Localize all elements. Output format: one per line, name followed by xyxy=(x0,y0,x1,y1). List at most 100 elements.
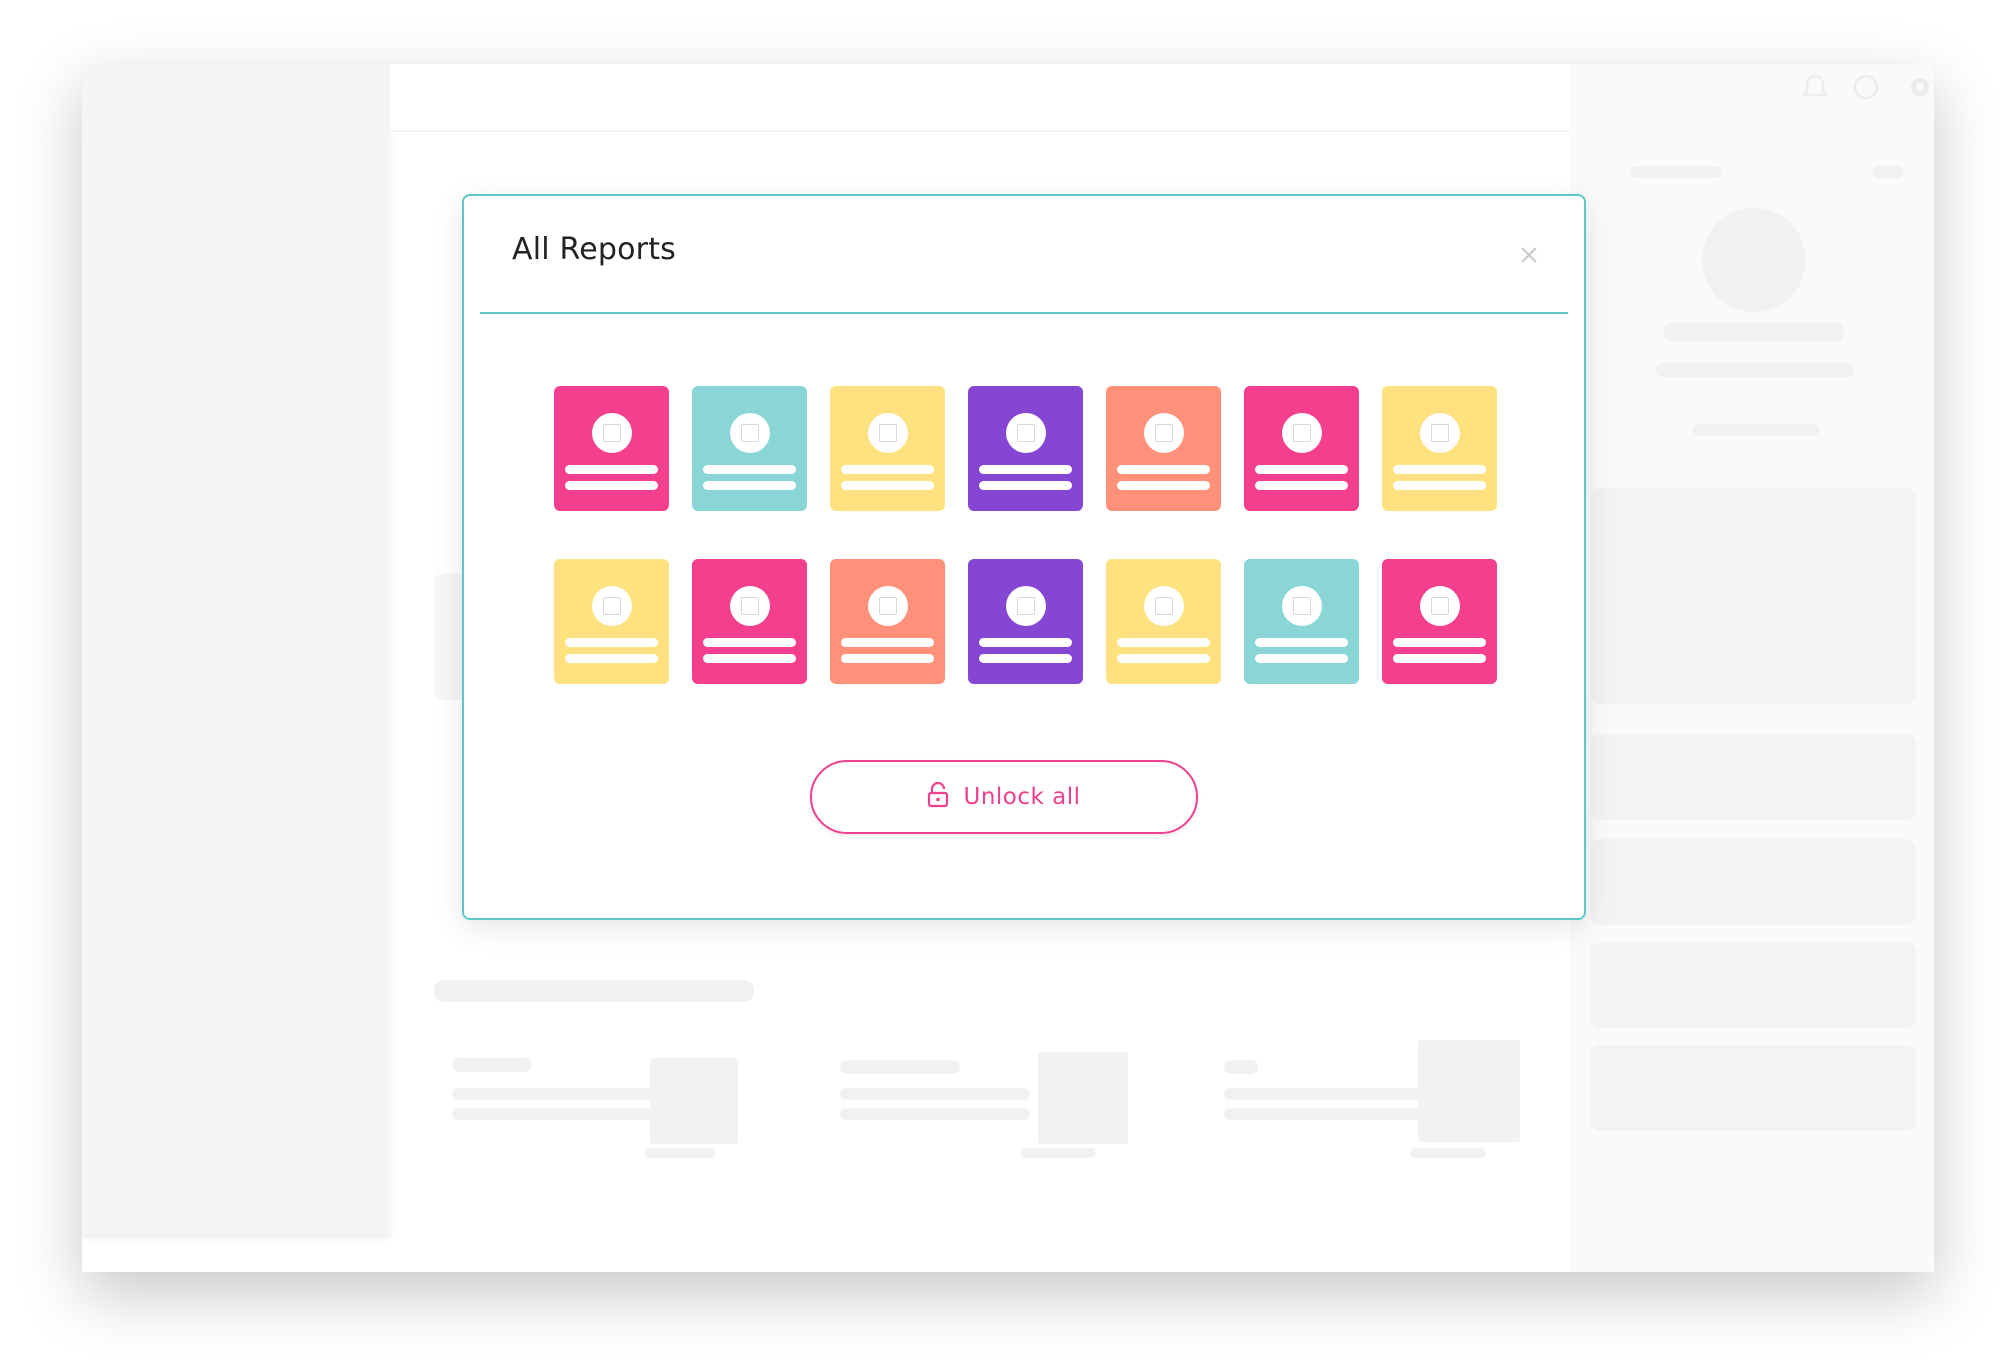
report-card[interactable] xyxy=(1106,386,1221,511)
report-avatar xyxy=(1144,413,1184,453)
image-placeholder-icon xyxy=(603,597,621,615)
report-text-line xyxy=(1393,638,1486,647)
unlock-icon xyxy=(927,781,949,813)
card-title-placeholder xyxy=(452,1058,532,1072)
image-placeholder-icon xyxy=(1293,424,1311,442)
report-text-line xyxy=(979,654,1072,663)
report-text-line xyxy=(1393,654,1486,663)
report-text-line xyxy=(565,654,658,663)
card-image-placeholder xyxy=(1038,1052,1128,1144)
report-text-line xyxy=(703,638,796,647)
report-text-line xyxy=(841,654,934,663)
image-placeholder-icon xyxy=(879,597,897,615)
image-placeholder-icon xyxy=(741,597,759,615)
report-card[interactable] xyxy=(830,386,945,511)
image-placeholder-icon xyxy=(741,424,759,442)
image-placeholder-icon xyxy=(1155,424,1173,442)
card-line-placeholder xyxy=(840,1088,1030,1100)
card-title-placeholder xyxy=(1224,1060,1258,1074)
card-image-placeholder xyxy=(650,1058,738,1144)
image-placeholder-icon xyxy=(1017,424,1035,442)
card-line-placeholder xyxy=(1224,1088,1424,1100)
panel-card xyxy=(1590,839,1916,925)
avatar-placeholder xyxy=(1702,208,1806,312)
image-placeholder-icon xyxy=(1293,597,1311,615)
report-card[interactable] xyxy=(554,386,669,511)
report-card[interactable] xyxy=(692,386,807,511)
report-text-line xyxy=(1117,465,1210,474)
bell-icon[interactable] xyxy=(1800,72,1830,102)
help-icon[interactable] xyxy=(1851,72,1881,102)
report-text-line xyxy=(703,465,796,474)
image-placeholder-icon xyxy=(603,424,621,442)
edit-placeholder xyxy=(1873,166,1903,178)
image-placeholder-icon xyxy=(1431,597,1449,615)
panel-label-placeholder xyxy=(1630,166,1722,178)
report-text-line xyxy=(1117,654,1210,663)
report-card[interactable] xyxy=(692,559,807,684)
report-avatar xyxy=(1144,586,1184,626)
close-icon[interactable] xyxy=(1516,242,1542,268)
report-text-line xyxy=(841,465,934,474)
report-text-line xyxy=(703,654,796,663)
report-avatar xyxy=(730,586,770,626)
report-text-line xyxy=(565,638,658,647)
report-card[interactable] xyxy=(968,559,1083,684)
report-card[interactable] xyxy=(1244,386,1359,511)
report-card[interactable] xyxy=(1382,559,1497,684)
unlock-all-label: Unlock all xyxy=(963,784,1081,810)
report-card[interactable] xyxy=(554,559,669,684)
report-text-line xyxy=(1117,481,1210,490)
report-card[interactable] xyxy=(830,559,945,684)
report-card[interactable] xyxy=(1382,386,1497,511)
report-avatar xyxy=(1006,586,1046,626)
top-bar xyxy=(390,64,1574,132)
report-text-line xyxy=(979,465,1072,474)
report-text-line xyxy=(565,481,658,490)
report-text-line xyxy=(841,638,934,647)
report-text-line xyxy=(841,481,934,490)
meta-placeholder xyxy=(1693,424,1819,436)
modal-divider xyxy=(480,312,1568,314)
report-avatar xyxy=(868,413,908,453)
report-text-line xyxy=(1255,654,1348,663)
report-text-line xyxy=(703,481,796,490)
image-placeholder-icon xyxy=(1431,424,1449,442)
section-title-placeholder xyxy=(434,980,754,1002)
report-avatar xyxy=(868,586,908,626)
image-placeholder-icon xyxy=(879,424,897,442)
card-image-placeholder xyxy=(1418,1040,1520,1142)
report-card[interactable] xyxy=(1244,559,1359,684)
report-text-line xyxy=(1393,481,1486,490)
report-text-line xyxy=(1117,638,1210,647)
card-link-placeholder xyxy=(1410,1148,1486,1158)
card-line-placeholder xyxy=(452,1088,652,1100)
email-placeholder xyxy=(1656,363,1854,377)
panel-card xyxy=(1590,1045,1916,1131)
report-avatar xyxy=(1420,413,1460,453)
card-line-placeholder xyxy=(452,1108,652,1120)
modal-title: All Reports xyxy=(512,232,677,267)
report-text-line xyxy=(1255,638,1348,647)
card-line-placeholder xyxy=(840,1108,1030,1120)
panel-card xyxy=(1590,734,1916,820)
left-sidebar xyxy=(82,64,390,1234)
report-text-line xyxy=(979,481,1072,490)
report-avatar xyxy=(592,586,632,626)
report-grid xyxy=(554,386,1497,684)
report-text-line xyxy=(565,465,658,474)
report-card[interactable] xyxy=(1106,559,1221,684)
unlock-all-button[interactable]: Unlock all xyxy=(810,760,1198,834)
image-placeholder-icon xyxy=(1155,597,1173,615)
report-text-line xyxy=(1393,465,1486,474)
report-text-line xyxy=(1255,481,1348,490)
all-reports-modal: All Reports Unlock all xyxy=(462,194,1586,920)
panel-card xyxy=(1590,488,1916,704)
report-avatar xyxy=(592,413,632,453)
gear-icon[interactable] xyxy=(1905,72,1934,102)
report-card[interactable] xyxy=(968,386,1083,511)
panel-card xyxy=(1590,942,1916,1028)
report-text-line xyxy=(979,638,1072,647)
card-link-placeholder xyxy=(644,1148,716,1158)
report-text-line xyxy=(1255,465,1348,474)
